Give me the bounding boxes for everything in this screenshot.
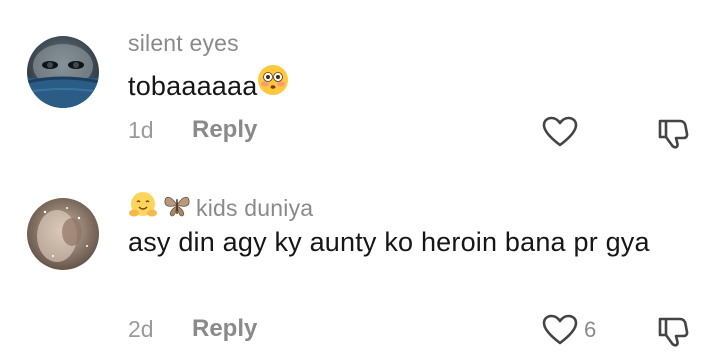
hugging-face-icon xyxy=(128,190,158,226)
thumbs-down-icon xyxy=(658,119,689,149)
heart-icon xyxy=(542,116,578,147)
like-button[interactable]: 6 xyxy=(542,314,596,346)
comment-timestamp: 1d xyxy=(128,116,154,143)
comment-username-text: kids duniya xyxy=(196,194,314,221)
butterfly-icon xyxy=(162,190,192,226)
flushed-face-icon xyxy=(257,64,289,107)
comment-meta: 2d Reply xyxy=(128,315,257,343)
comment-text-body: tobaaaaaa xyxy=(128,70,258,101)
thumbs-down-icon xyxy=(658,317,689,347)
comment-username[interactable]: kids duniya xyxy=(128,190,313,226)
reply-button[interactable]: Reply xyxy=(192,116,257,144)
comment-meta: 1d Reply xyxy=(128,116,257,144)
comment-item: silent eyes tobaaaaaa 1d Reply xyxy=(0,0,720,170)
comment-username[interactable]: silent eyes xyxy=(128,30,239,57)
dislike-button[interactable] xyxy=(656,116,690,155)
avatar[interactable] xyxy=(27,198,99,270)
comment-text: asy din agy ky aunty ko heroin bana pr g… xyxy=(128,227,650,257)
comment-text: tobaaaaaa xyxy=(128,64,688,107)
like-count: 6 xyxy=(584,317,597,342)
reply-button[interactable]: Reply xyxy=(192,315,257,343)
comment-timestamp: 2d xyxy=(128,315,154,342)
dislike-button[interactable] xyxy=(656,314,690,353)
comment-item: kids duniya asy din agy ky aunty ko hero… xyxy=(0,178,720,357)
like-button[interactable] xyxy=(542,116,584,148)
avatar[interactable] xyxy=(27,36,99,108)
heart-icon xyxy=(542,314,578,345)
